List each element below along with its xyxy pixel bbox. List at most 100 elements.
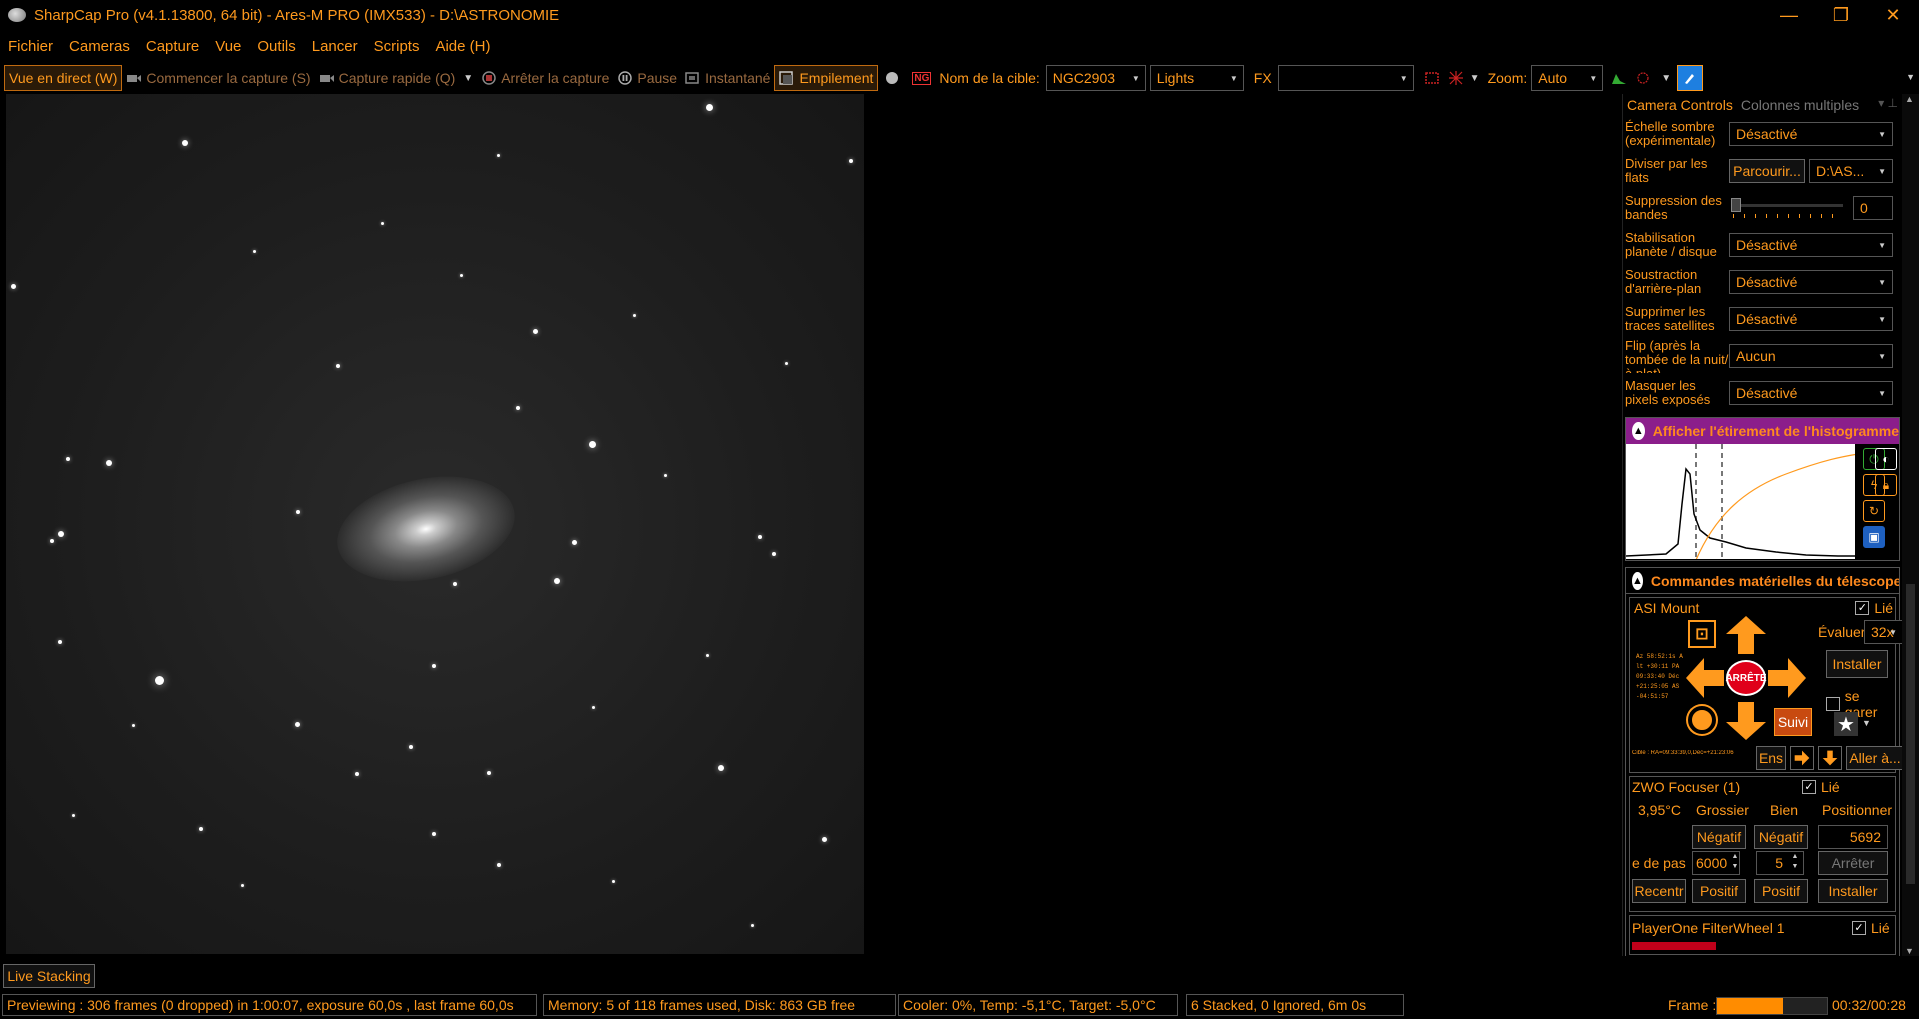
- fine-step-spinner[interactable]: ▲ ▼: [1788, 852, 1802, 874]
- roi-select-icon[interactable]: [1424, 71, 1440, 85]
- start-capture-button[interactable]: Commencer la capture (S): [122, 65, 314, 91]
- stop-mount-button[interactable]: ARRÊTE: [1725, 660, 1767, 696]
- contrast-icon[interactable]: ◐: [1875, 448, 1897, 470]
- flat-file-select[interactable]: D:\AS... ▼: [1809, 158, 1893, 183]
- scrollbar-thumb[interactable]: [1906, 584, 1915, 884]
- histogram-icon[interactable]: [1611, 71, 1627, 85]
- star: [241, 884, 244, 887]
- recenter-button[interactable]: Recentr: [1632, 879, 1686, 903]
- menu-cameras[interactable]: Cameras: [61, 38, 138, 55]
- panel-scrollbar[interactable]: ▲ ▼: [1902, 94, 1919, 956]
- menu-launch[interactable]: Lancer: [304, 38, 366, 55]
- star: [11, 284, 16, 289]
- target-center-icon[interactable]: [1688, 706, 1716, 734]
- tracking-button[interactable]: Suivi: [1774, 708, 1812, 736]
- focuser-install-button[interactable]: Installer: [1818, 879, 1888, 903]
- banding-slider[interactable]: [1729, 196, 1847, 220]
- fine-positive-button[interactable]: Positif: [1754, 879, 1808, 903]
- filterwheel-linked-checkbox[interactable]: ✓ Lié: [1852, 920, 1890, 936]
- mount-setup-button[interactable]: Installer: [1826, 650, 1888, 678]
- coarse-positive-button[interactable]: Positif: [1692, 879, 1746, 903]
- dark-scale-select[interactable]: Désactivé ▼: [1729, 122, 1893, 146]
- fine-negative-button[interactable]: Négatif: [1754, 825, 1808, 849]
- flip-select[interactable]: Aucun ▼: [1729, 343, 1893, 368]
- tab-multiple-columns[interactable]: Colonnes multiples: [1737, 97, 1863, 113]
- zoom-select[interactable]: Auto ▼: [1531, 65, 1604, 91]
- stacking-label: Empilement: [799, 70, 874, 86]
- coarse-negative-button[interactable]: Négatif: [1692, 825, 1746, 849]
- frame-type-select[interactable]: Lights ▼: [1149, 65, 1244, 91]
- banding-label: Suppression des bandes: [1625, 192, 1722, 222]
- mount-linked-checkbox[interactable]: ✓ Lié: [1855, 600, 1893, 616]
- arrow-left-icon[interactable]: [1686, 658, 1724, 698]
- chevron-down-icon[interactable]: ▼: [1862, 718, 1871, 728]
- mount-name: ASI Mount: [1634, 600, 1700, 616]
- tab-camera-controls[interactable]: Camera Controls: [1623, 97, 1737, 113]
- background-subtraction-select[interactable]: Désactivé ▼: [1729, 269, 1893, 294]
- set-button[interactable]: Ens: [1756, 746, 1786, 770]
- star: [182, 140, 188, 146]
- reticle-icon[interactable]: [1635, 71, 1651, 85]
- stabilization-select[interactable]: Désactivé ▼: [1729, 232, 1893, 257]
- snapshot-icon: [685, 72, 699, 84]
- stacking-button[interactable]: Empilement: [774, 65, 879, 91]
- menu-scripts[interactable]: Scripts: [366, 38, 428, 55]
- chevron-down-icon[interactable]: ▼: [1906, 72, 1915, 82]
- stop-capture-button[interactable]: Arrêter la capture: [477, 65, 613, 91]
- quick-capture-button[interactable]: Capture rapide (Q) ▼: [315, 65, 478, 91]
- rate-select[interactable]: 32x ▼: [1864, 620, 1902, 644]
- scroll-up-icon[interactable]: ▲: [1905, 94, 1914, 104]
- histogram-header[interactable]: ▲ Afficher l'étirement de l'histogramme: [1626, 418, 1899, 444]
- close-button[interactable]: ✕: [1867, 0, 1919, 30]
- arrow-down-small-icon[interactable]: [1818, 746, 1842, 770]
- collapse-icon[interactable]: ▲: [1632, 571, 1643, 590]
- arrow-up-icon[interactable]: [1726, 616, 1766, 654]
- pin-icon[interactable]: ▾ ⊥: [1878, 96, 1898, 110]
- histogram-chart[interactable]: ⏻ ◐ ϟ 🔒︎ ↻ ▣: [1626, 444, 1899, 560]
- focuser-stop-button[interactable]: Arrêter: [1818, 851, 1888, 875]
- lock-icon[interactable]: 🔒︎: [1875, 474, 1897, 496]
- menu-capture[interactable]: Capture: [138, 38, 207, 55]
- position-value: 5692: [1849, 829, 1881, 845]
- browse-button[interactable]: Parcourir...: [1729, 158, 1805, 183]
- spiral-search-icon[interactable]: ⊡: [1688, 620, 1716, 648]
- brush-tool-button[interactable]: [1677, 65, 1704, 91]
- snapshot-button[interactable]: Instantané: [681, 65, 774, 91]
- reset-icon[interactable]: ↻: [1863, 500, 1885, 522]
- banding-value-input[interactable]: 0: [1853, 195, 1893, 220]
- chevron-down-icon[interactable]: ▼: [463, 73, 473, 84]
- menu-tools[interactable]: Outils: [249, 38, 303, 55]
- moon-icon[interactable]: [884, 71, 900, 85]
- chevron-down-icon[interactable]: ▼: [1470, 73, 1480, 84]
- live-view-button[interactable]: Vue en direct (W): [4, 65, 123, 91]
- star-favorite-icon[interactable]: ★: [1834, 712, 1858, 736]
- target-name-select[interactable]: NGC2903 ▼: [1045, 65, 1146, 91]
- star: [572, 540, 577, 545]
- menu-help[interactable]: Aide (H): [427, 38, 498, 55]
- star: [432, 664, 436, 668]
- maximize-button[interactable]: ❐: [1815, 0, 1867, 30]
- arrow-down-icon[interactable]: [1726, 702, 1766, 740]
- hot-pixels-select[interactable]: Désactivé ▼: [1729, 380, 1893, 405]
- position-value-input[interactable]: 5692: [1818, 825, 1888, 849]
- save-icon[interactable]: ▣: [1863, 526, 1885, 548]
- live-stacking-tab[interactable]: Live Stacking: [3, 964, 95, 988]
- collapse-icon[interactable]: ▲: [1632, 422, 1645, 440]
- pause-button[interactable]: Pause: [613, 65, 681, 91]
- goto-button[interactable]: Aller à...: [1846, 746, 1902, 770]
- satellite-trails-select[interactable]: Désactivé ▼: [1729, 306, 1893, 331]
- chevron-down-icon[interactable]: ▼: [1661, 73, 1671, 84]
- minimize-button[interactable]: —: [1763, 0, 1815, 30]
- arrow-right-small-icon[interactable]: [1790, 746, 1814, 770]
- star: [849, 159, 853, 163]
- crosshair-icon[interactable]: [1448, 71, 1464, 85]
- ng-catalog-icon[interactable]: NG: [912, 71, 932, 85]
- focuser-linked-checkbox[interactable]: ✓ Lié: [1802, 779, 1840, 795]
- menu-view[interactable]: Vue: [207, 38, 249, 55]
- arrow-right-icon[interactable]: [1768, 658, 1806, 698]
- telescope-header[interactable]: ▲ Commandes matérielles du télescope: [1626, 568, 1899, 594]
- menu-file[interactable]: Fichier: [0, 38, 61, 55]
- fx-select[interactable]: ▼: [1277, 65, 1414, 91]
- coarse-step-spinner[interactable]: ▲ ▼: [1728, 852, 1742, 874]
- scroll-down-icon[interactable]: ▼: [1905, 946, 1914, 956]
